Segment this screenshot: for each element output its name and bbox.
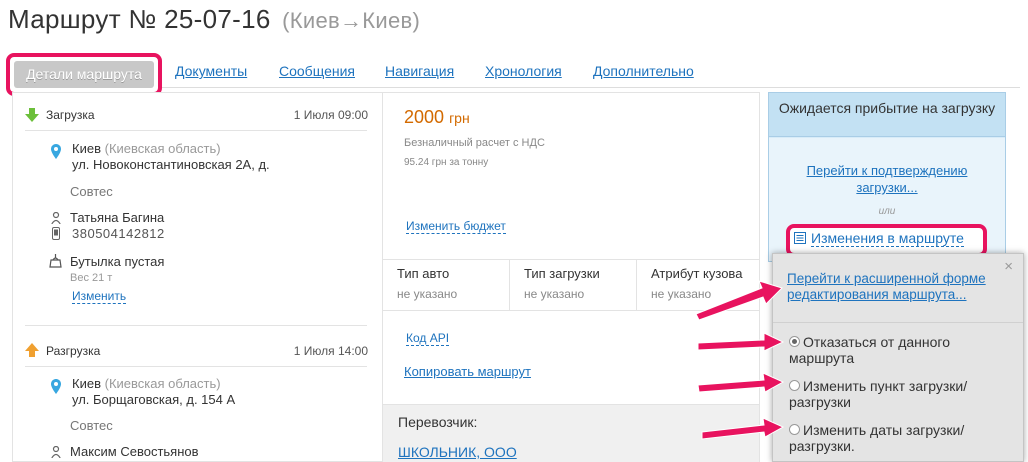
tab-bar: Детали маршрута Документы Сообщения Нави… <box>6 53 1020 96</box>
loading-type-header: Тип загрузки <box>524 266 600 281</box>
option-refuse-route-label: Отказаться от данного маршрута <box>789 334 951 366</box>
arrow-pointer-icon <box>697 372 785 393</box>
route-changes-button-label: Изменения в маршруте <box>811 230 964 247</box>
tab-route-details[interactable]: Детали маршрута <box>6 53 162 96</box>
unloading-company: Совтес <box>70 418 113 433</box>
loading-change-link-text[interactable]: Изменить <box>72 289 127 304</box>
divider <box>25 130 367 131</box>
status-title: Ожидается прибытие на загрузку <box>769 93 1005 137</box>
list-icon <box>794 232 806 244</box>
phone-icon <box>52 227 60 240</box>
divider <box>25 325 367 326</box>
radio-change-point[interactable] <box>789 380 800 391</box>
route-changes-popup: × Перейти к расширенной форме редактиров… <box>772 253 1024 462</box>
radio-refuse-route[interactable] <box>789 336 800 347</box>
loading-person: Татьяна Багина <box>70 210 165 225</box>
unloading-city: Киев <box>72 376 101 391</box>
loading-phone: 380504142812 <box>72 226 165 241</box>
arrow-pointer-icon <box>697 332 785 352</box>
divider <box>25 366 367 367</box>
radio-change-dates[interactable] <box>789 424 800 435</box>
option-change-point-label: Изменить пункт загрузки/разгрузки <box>789 378 968 410</box>
unloading-person: Максим Севостьянов <box>70 444 199 459</box>
route-changes-button-content[interactable]: Изменения в маршруте <box>794 230 964 247</box>
loading-cargo: Бутылка пустая <box>70 254 165 269</box>
option-refuse-route[interactable]: Отказаться от данного маршрута <box>789 334 989 366</box>
carrier-label: Перевозчик: <box>398 414 478 430</box>
api-code-link[interactable]: Код API <box>406 331 450 346</box>
carrier-name-link[interactable]: ШКОЛЬНИК, ООО <box>398 444 517 460</box>
unloading-heading: Разгрузка <box>46 344 101 358</box>
person-icon <box>51 212 61 224</box>
budget-amount: 2000 грн <box>404 107 470 128</box>
loading-company: Совтес <box>70 184 113 199</box>
map-pin-icon <box>51 144 61 159</box>
divider <box>773 322 1023 323</box>
option-change-point[interactable]: Изменить пункт загрузки/разгрузки <box>789 378 989 410</box>
unloading-location: Киев (Киевская область) <box>72 376 221 391</box>
option-change-dates-label: Изменить даты загрузки/разгрузки. <box>789 422 965 454</box>
arrow-pointer-icon <box>695 280 783 321</box>
tab-navigation[interactable]: Навигация <box>385 63 454 79</box>
loading-city: Киев <box>72 141 101 156</box>
loading-change-link[interactable]: Изменить <box>72 289 127 304</box>
tab-chronology[interactable]: Хронология <box>485 63 562 79</box>
tab-additional[interactable]: Дополнительно <box>593 63 694 79</box>
loading-region: (Киевская область) <box>104 141 221 156</box>
payment-type: Безналичный расчет с НДС <box>404 137 545 149</box>
arrow-up-orange-icon <box>25 343 39 357</box>
option-change-dates[interactable]: Изменить даты загрузки/разгрузки. <box>789 422 989 454</box>
close-icon[interactable]: × <box>1004 258 1013 275</box>
change-budget-link[interactable]: Изменить бюджет <box>406 219 506 234</box>
cargo-icon <box>49 254 62 268</box>
api-code-link-text[interactable]: Код API <box>406 331 450 346</box>
budget-currency: грн <box>449 110 470 126</box>
tab-documents[interactable]: Документы <box>175 63 247 79</box>
change-budget-link-text[interactable]: Изменить бюджет <box>406 219 506 234</box>
loading-type-cell: Тип загрузки не указано <box>510 260 637 311</box>
unloading-date: 1 Июля 14:00 <box>293 344 368 358</box>
page-title: Маршрут № 25-07-16 (Киев→Киев) <box>8 4 420 35</box>
vehicle-type-cell: Тип авто не указано <box>383 260 510 311</box>
loading-date: 1 Июля 09:00 <box>293 108 368 122</box>
annotation-arrows <box>695 280 785 440</box>
vehicle-type-header: Тип авто <box>397 266 450 281</box>
map-pin-icon <box>51 379 61 394</box>
confirm-loading-link[interactable]: Перейти к подтверждению загрузки... <box>783 162 991 196</box>
tab-route-details-label: Детали маршрута <box>14 61 154 88</box>
arrow-pointer-icon <box>701 417 785 440</box>
route-number: Маршрут № 25-07-16 <box>8 4 271 34</box>
extended-edit-link[interactable]: Перейти к расширенной форме редактирован… <box>787 271 1005 303</box>
vehicle-type-value: не указано <box>397 287 458 301</box>
person-icon <box>51 446 61 458</box>
budget-value: 2000 <box>404 107 445 127</box>
loading-location: Киев (Киевская область) <box>72 141 221 156</box>
loading-type-value: не указано <box>524 287 585 301</box>
unloading-region: (Киевская область) <box>104 376 221 391</box>
route-points-panel: Загрузка 1 Июля 09:00 Киев (Киевская обл… <box>12 92 382 462</box>
unloading-street: ул. Борщаговская, д. 154 А <box>72 392 236 407</box>
loading-heading: Загрузка <box>46 108 95 122</box>
loading-weight: Вес 21 т <box>70 272 113 284</box>
or-label: или <box>878 206 896 217</box>
tab-messages[interactable]: Сообщения <box>279 63 355 79</box>
route-cities: (Киев→Киев) <box>282 8 421 33</box>
arrow-down-green-icon <box>25 108 39 122</box>
loading-street: ул. Новоконстантиновская 2А, д. <box>72 157 270 172</box>
copy-route-link[interactable]: Копировать маршрут <box>404 364 531 379</box>
price-per-ton: 95.24 грн за тонну <box>404 157 489 168</box>
